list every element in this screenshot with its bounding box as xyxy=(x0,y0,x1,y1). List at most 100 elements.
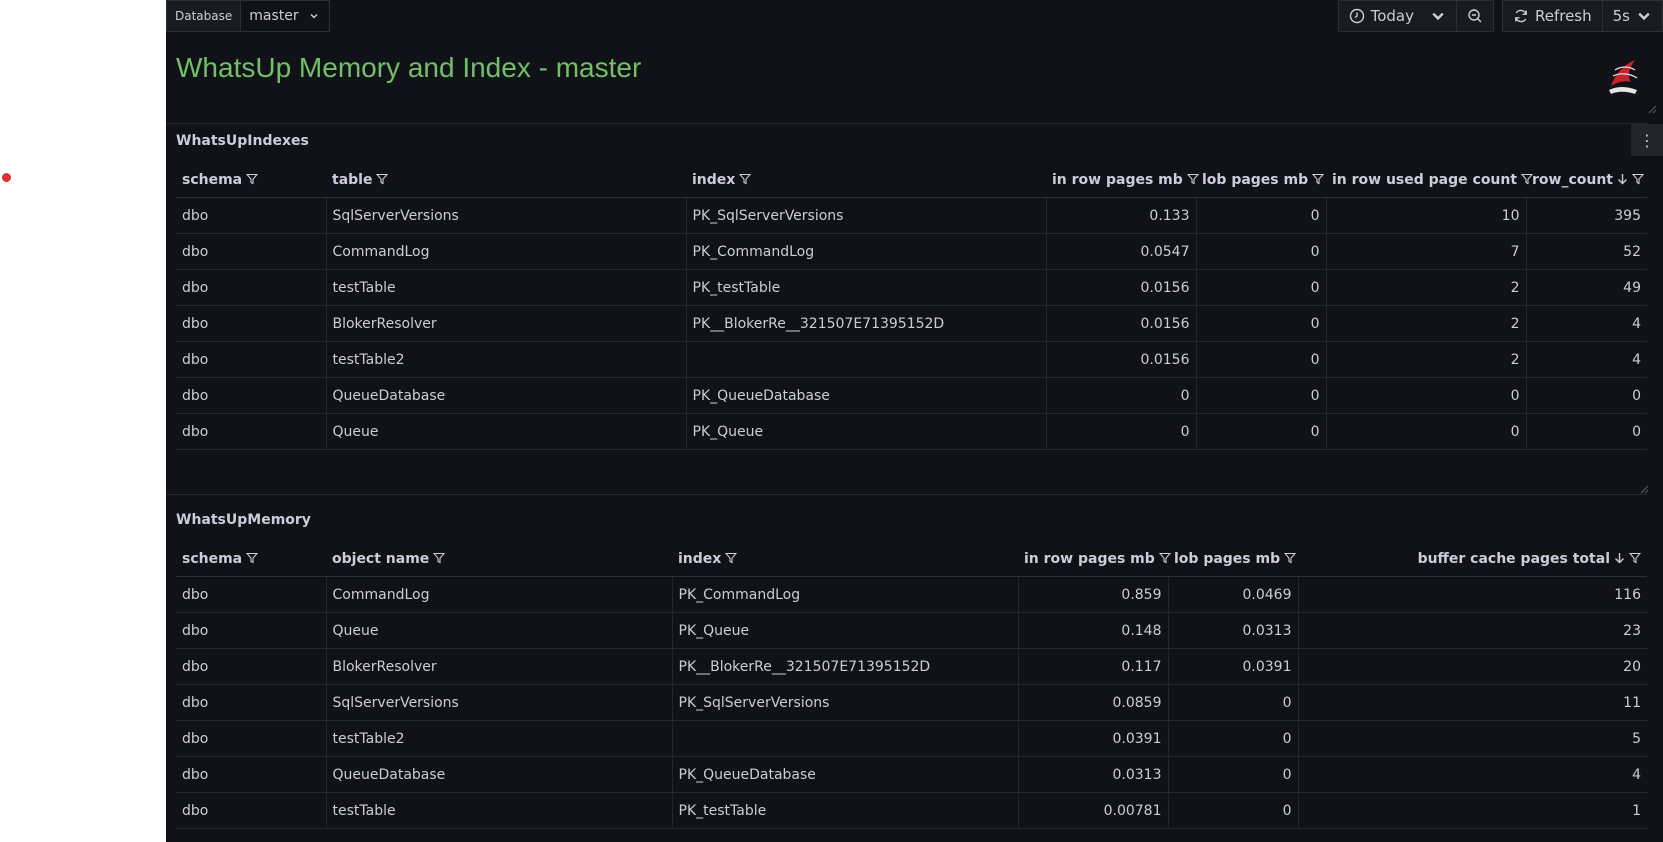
column-header-row-count[interactable]: row_count xyxy=(1526,163,1647,198)
column-header-in-row-pages-mb[interactable]: in row pages mb xyxy=(1018,542,1171,577)
resize-handle-icon[interactable] xyxy=(1639,484,1649,494)
table-cell-in-row-pages-mb: 0.0156 xyxy=(1045,269,1196,306)
chevron-down-icon xyxy=(1432,12,1444,21)
refresh-button[interactable]: Refresh xyxy=(1503,1,1603,31)
database-variable-label: Database xyxy=(167,1,242,31)
table-cell-in-row-pages-mb: 0.00781 xyxy=(1017,792,1168,829)
table-cell-table: CommandLog xyxy=(325,233,686,270)
table-cell-object-name: CommandLog xyxy=(325,576,672,613)
resize-handle-icon[interactable] xyxy=(1647,104,1657,114)
filter-icon[interactable] xyxy=(739,173,752,185)
table-cell-schema: dbo xyxy=(176,684,326,721)
column-header-in-row-used-page-count[interactable]: in row used page count xyxy=(1326,163,1534,198)
table-row: dbo BlokerResolver PK__BlokerRe__321507E71… xyxy=(176,305,1647,342)
table-cell-buffer-cache-pages-total: 4 xyxy=(1297,756,1647,793)
table-cell-lob-pages-mb: 0 xyxy=(1167,756,1298,793)
table-cell-table: BlokerResolver xyxy=(325,305,686,342)
table-cell-index: PK_SqlServerVersions xyxy=(685,197,1046,234)
filter-icon[interactable] xyxy=(1312,173,1325,185)
table-row: dbo CommandLog PK_CommandLog 0.0547 0 7 52 xyxy=(176,233,1647,270)
table-cell-lob-pages-mb: 0 xyxy=(1195,413,1326,450)
table-cell-in-row-pages-mb: 0.133 xyxy=(1045,197,1196,234)
table-cell-index: PK_testTable xyxy=(671,792,1018,829)
database-variable-value: master xyxy=(249,8,299,24)
table-cell-object-name: BlokerResolver xyxy=(325,648,672,685)
table-cell-schema: dbo xyxy=(176,233,326,270)
column-header-buffer-cache-pages-total[interactable]: buffer cache pages total xyxy=(1298,542,1647,577)
filter-icon[interactable] xyxy=(1186,173,1199,185)
table-row: dbo testTable PK_testTable 0.0156 0 2 49 xyxy=(176,269,1647,306)
table-cell-in-row-pages-mb: 0 xyxy=(1045,413,1196,450)
column-header-label: index xyxy=(678,551,722,567)
filter-icon[interactable] xyxy=(246,173,259,185)
column-header-label: in row pages mb xyxy=(1024,551,1155,567)
table-cell-lob-pages-mb: 0 xyxy=(1195,305,1326,342)
table-row: dbo QueueDatabase PK_QueueDatabase 0 0 0 0 xyxy=(176,377,1647,414)
table-header-row: schema object name index in row pages mb lob… xyxy=(176,542,1647,577)
column-header-lob-pages-mb[interactable]: lob pages mb xyxy=(1168,542,1298,577)
column-header-table[interactable]: table xyxy=(326,163,686,198)
table-cell-row-count: 4 xyxy=(1525,305,1647,342)
refresh-controls: Refresh 5s xyxy=(1501,0,1663,32)
table-cell-in-row-used-page-count: 0 xyxy=(1325,377,1526,414)
filter-icon[interactable] xyxy=(1284,552,1297,564)
table-cell-table: SqlServerVersions xyxy=(325,197,686,234)
table-cell-table: testTable xyxy=(325,269,686,306)
indexes-table: schema table index in row pages mb lob pages… xyxy=(176,163,1647,450)
database-variable-select[interactable]: master xyxy=(241,1,328,31)
table-cell-lob-pages-mb: 0 xyxy=(1195,197,1326,234)
filter-icon[interactable] xyxy=(433,552,446,564)
column-header-object-name[interactable]: object name xyxy=(326,542,672,577)
dashboard: Database master Today Refresh 5s WhatsUp… xyxy=(166,0,1663,842)
table-cell-index: PK_Queue xyxy=(685,413,1046,450)
whatsup-indexes-panel: WhatsUpIndexes ⋮ schema table index in row … xyxy=(166,123,1663,494)
sort-descending-icon[interactable] xyxy=(1617,173,1628,185)
sort-descending-icon[interactable] xyxy=(1614,552,1625,564)
table-cell-buffer-cache-pages-total: 1 xyxy=(1297,792,1647,829)
filter-icon[interactable] xyxy=(376,173,389,185)
table-cell-schema: dbo xyxy=(176,612,326,649)
zoom-out-button[interactable] xyxy=(1457,1,1493,31)
filter-icon[interactable] xyxy=(1632,173,1644,185)
column-header-label: object name xyxy=(332,551,430,567)
table-cell-in-row-pages-mb: 0.0391 xyxy=(1017,720,1168,757)
table-row: dbo SqlServerVersions PK_SqlServerVersions… xyxy=(176,197,1647,234)
column-header-schema[interactable]: schema xyxy=(176,542,326,577)
panel-menu-button[interactable]: ⋮ xyxy=(1631,124,1663,156)
table-cell-in-row-pages-mb: 0.0547 xyxy=(1045,233,1196,270)
table-cell-in-row-used-page-count: 2 xyxy=(1325,341,1526,378)
column-header-in-row-pages-mb[interactable]: in row pages mb xyxy=(1046,163,1199,198)
column-header-schema[interactable]: schema xyxy=(176,163,326,198)
table-cell-in-row-used-page-count: 10 xyxy=(1325,197,1526,234)
table-header-row: schema table index in row pages mb lob pages… xyxy=(176,163,1647,198)
column-header-index[interactable]: index xyxy=(672,542,1018,577)
refresh-interval-picker[interactable]: 5s xyxy=(1603,1,1662,31)
filter-icon[interactable] xyxy=(246,552,259,564)
column-header-lob-pages-mb[interactable]: lob pages mb xyxy=(1196,163,1326,198)
table-cell-in-row-pages-mb: 0 xyxy=(1045,377,1196,414)
table-cell-object-name: QueueDatabase xyxy=(325,756,672,793)
table-cell-schema: dbo xyxy=(176,305,326,342)
table-cell-schema: dbo xyxy=(176,197,326,234)
table-cell-schema: dbo xyxy=(176,792,326,829)
database-variable: Database master xyxy=(166,0,330,32)
refresh-interval-value: 5s xyxy=(1612,7,1630,25)
filter-icon[interactable] xyxy=(725,552,738,564)
table-cell-object-name: Queue xyxy=(325,612,672,649)
column-header-index[interactable]: index xyxy=(686,163,1046,198)
table-cell-in-row-used-page-count: 2 xyxy=(1325,305,1526,342)
table-cell-in-row-pages-mb: 0.859 xyxy=(1017,576,1168,613)
table-cell-table: Queue xyxy=(325,413,686,450)
time-range-picker[interactable]: Today xyxy=(1339,1,1457,31)
table-cell-in-row-pages-mb: 0.0156 xyxy=(1045,341,1196,378)
table-cell-lob-pages-mb: 0 xyxy=(1195,377,1326,414)
table-cell-index xyxy=(685,341,1046,378)
zoom-out-icon xyxy=(1468,9,1482,23)
table-cell-schema: dbo xyxy=(176,720,326,757)
filter-icon[interactable] xyxy=(1158,552,1171,564)
filter-icon[interactable] xyxy=(1629,552,1641,564)
table-cell-lob-pages-mb: 0 xyxy=(1195,233,1326,270)
table-cell-in-row-pages-mb: 0.117 xyxy=(1017,648,1168,685)
table-cell-buffer-cache-pages-total: 11 xyxy=(1297,684,1647,721)
column-header-label: buffer cache pages total xyxy=(1417,551,1610,567)
